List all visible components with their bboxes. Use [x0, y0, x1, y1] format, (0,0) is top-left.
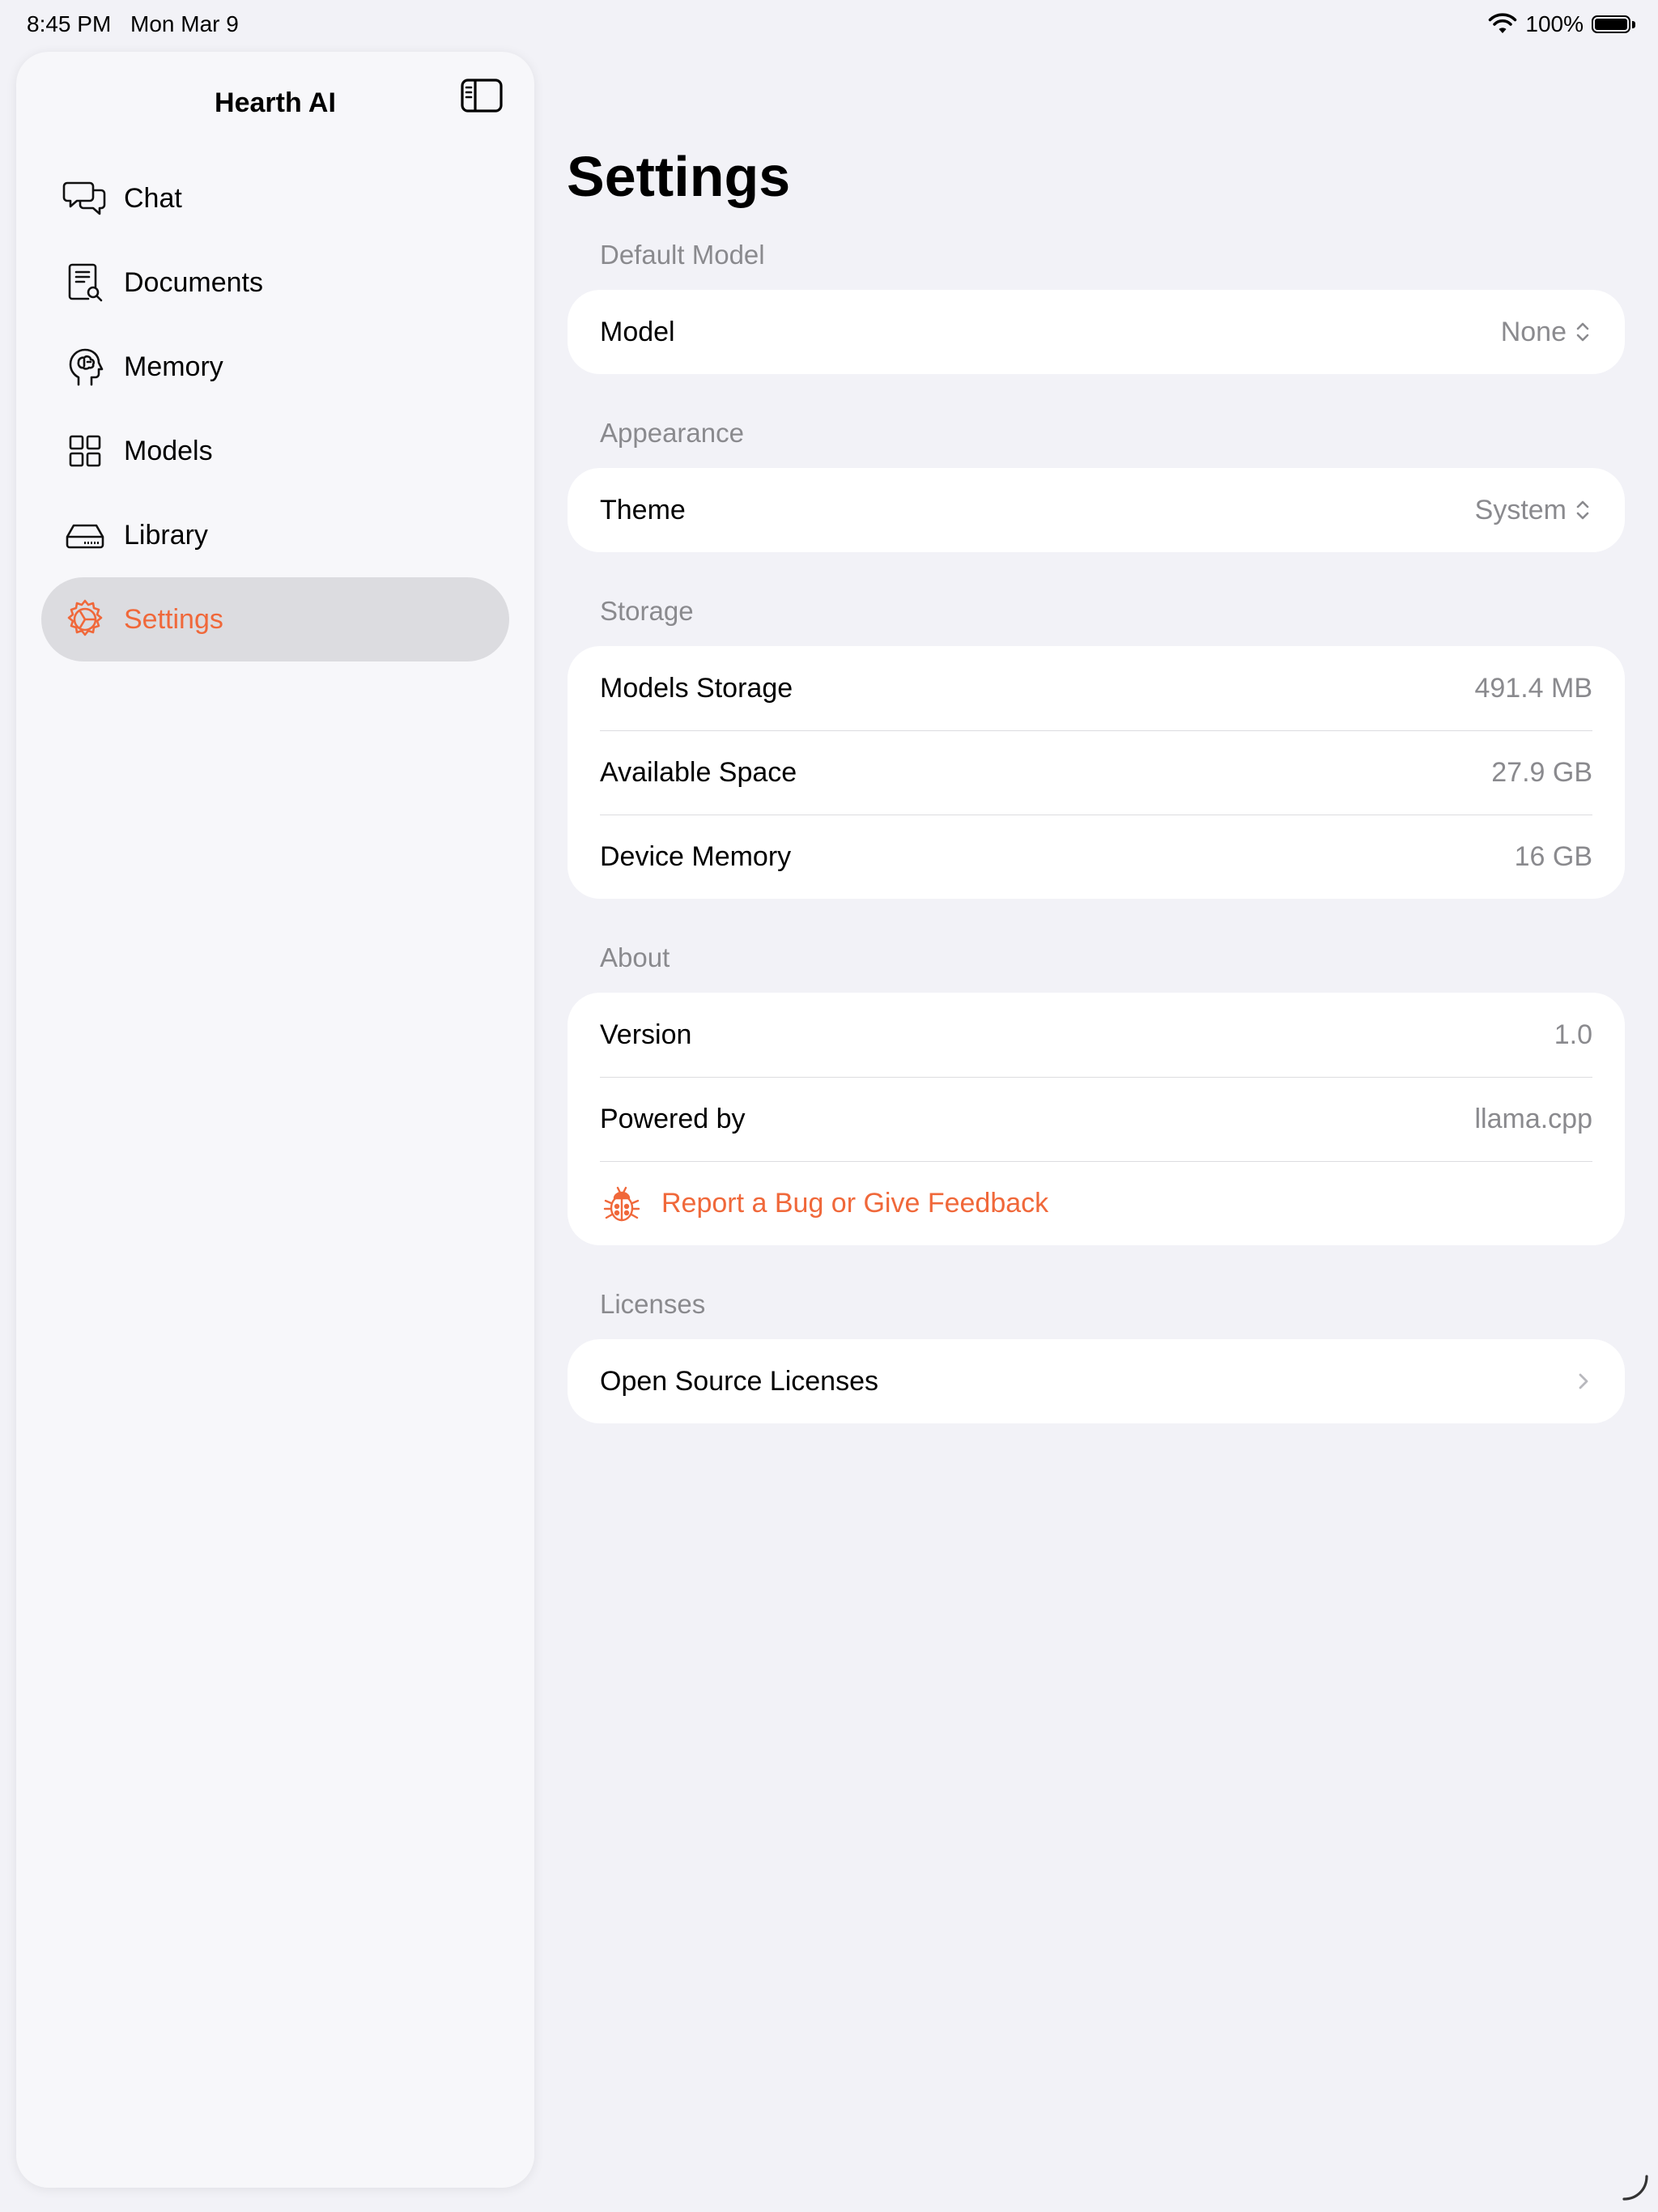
- sidebar-item-label: Library: [124, 519, 208, 551]
- sidebar-item-label: Models: [124, 435, 213, 466]
- section-header-licenses: Licenses: [600, 1289, 706, 1319]
- resize-handle-icon[interactable]: [1621, 2173, 1650, 2202]
- row-label: Powered by: [600, 1104, 746, 1134]
- about-card: Version 1.0 Powered by llama.cpp Report …: [568, 993, 1625, 1245]
- wifi-icon: [1489, 13, 1517, 33]
- chevron-right-icon: [1579, 1373, 1588, 1389]
- row-value: llama.cpp: [1474, 1104, 1592, 1134]
- row-label: Model: [600, 316, 675, 347]
- default-model-card: Model None: [568, 290, 1625, 374]
- status-time: 8:45 PM: [27, 11, 112, 36]
- model-picker-row[interactable]: Model None: [600, 290, 1592, 374]
- row-label: Open Source Licenses: [600, 1365, 878, 1397]
- storage-row-device-memory: Device Memory 16 GB: [600, 815, 1592, 899]
- row-label: Version: [600, 1019, 692, 1050]
- sidebar-item-chat[interactable]: Chat: [41, 156, 509, 240]
- model-picker[interactable]: None: [1501, 317, 1592, 348]
- row-value: None: [1500, 316, 1567, 347]
- appearance-card: Theme System: [568, 468, 1625, 552]
- sidebar-item-memory[interactable]: Memory: [41, 325, 509, 409]
- row-value: 27.9 GB: [1491, 757, 1592, 788]
- sidebar-item-models[interactable]: Models: [41, 409, 509, 493]
- drive-icon: [61, 511, 109, 559]
- licenses-card: Open Source Licenses: [568, 1339, 1625, 1423]
- battery-percentage: 100%: [1525, 11, 1584, 36]
- section-header-default-model: Default Model: [600, 240, 765, 270]
- section-header-storage: Storage: [600, 596, 694, 626]
- open-source-licenses-row[interactable]: Open Source Licenses: [600, 1339, 1592, 1423]
- chat-bubbles-icon: [61, 174, 109, 223]
- sidebar: Hearth AI Chat Documents Memory Models L…: [16, 52, 534, 2188]
- sidebar-item-library[interactable]: Library: [41, 493, 509, 577]
- storage-row-available: Available Space 27.9 GB: [600, 730, 1592, 815]
- chevron-up-down-icon: [1576, 322, 1589, 342]
- sidebar-item-label: Documents: [124, 266, 263, 298]
- storage-card: Models Storage 491.4 MB Available Space …: [568, 646, 1625, 899]
- sidebar-toggle-icon[interactable]: [460, 74, 504, 117]
- ladybug-icon: [603, 1186, 640, 1221]
- sidebar-item-label: Settings: [124, 603, 223, 635]
- sidebar-item-settings[interactable]: Settings: [41, 577, 509, 661]
- row-label: Theme: [600, 494, 686, 525]
- row-value: 491.4 MB: [1474, 672, 1592, 704]
- sidebar-item-label: Chat: [124, 182, 182, 214]
- page-title: Settings: [567, 145, 791, 208]
- battery-icon: [1592, 15, 1635, 33]
- sidebar-item-documents[interactable]: Documents: [41, 240, 509, 325]
- status-indicators: 100%: [1488, 11, 1635, 37]
- section-header-about: About: [600, 942, 670, 972]
- row-value: 16 GB: [1514, 841, 1592, 872]
- row-label: Available Space: [600, 757, 797, 788]
- sidebar-title: Hearth AI: [215, 87, 336, 118]
- row-label: Models Storage: [600, 672, 793, 704]
- brain-head-icon: [61, 342, 109, 391]
- chevron-up-down-icon: [1576, 500, 1589, 520]
- section-header-appearance: Appearance: [600, 418, 744, 448]
- report-bug-label: Report a Bug or Give Feedback: [661, 1188, 1049, 1219]
- sidebar-nav: Chat Documents Memory Models Library Set…: [41, 156, 509, 661]
- status-date: Mon Mar 9: [130, 11, 239, 36]
- report-bug-button[interactable]: Report a Bug or Give Feedback: [600, 1161, 1592, 1245]
- about-row-version: Version 1.0: [600, 993, 1592, 1077]
- grid-icon: [61, 427, 109, 475]
- about-row-powered-by: Powered by llama.cpp: [600, 1077, 1592, 1161]
- theme-picker[interactable]: System: [1475, 495, 1592, 526]
- document-search-icon: [61, 258, 109, 307]
- theme-picker-row[interactable]: Theme System: [600, 468, 1592, 552]
- row-value: 1.0: [1554, 1019, 1592, 1050]
- sidebar-item-label: Memory: [124, 351, 223, 382]
- row-value: System: [1474, 494, 1567, 525]
- gear-icon: [61, 595, 109, 644]
- storage-row-models: Models Storage 491.4 MB: [600, 646, 1592, 730]
- row-label: Device Memory: [600, 841, 792, 872]
